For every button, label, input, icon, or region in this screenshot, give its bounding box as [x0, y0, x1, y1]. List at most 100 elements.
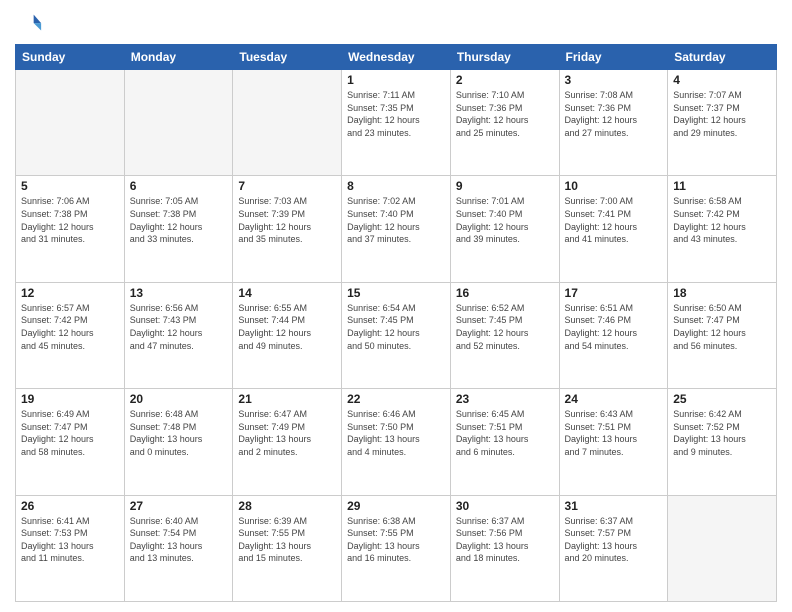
- week-row-3: 19 Sunrise: 6:49 AM Sunset: 7:47 PM Dayli…: [16, 389, 777, 495]
- day-info: Sunrise: 6:56 AM Sunset: 7:43 PM Dayligh…: [130, 302, 228, 352]
- day-info: Sunrise: 7:03 AM Sunset: 7:39 PM Dayligh…: [238, 195, 336, 245]
- week-row-1: 5 Sunrise: 7:06 AM Sunset: 7:38 PM Daylig…: [16, 176, 777, 282]
- page: SundayMondayTuesdayWednesdayThursdayFrid…: [0, 0, 792, 612]
- day-number: 8: [347, 179, 445, 193]
- day-info: Sunrise: 7:02 AM Sunset: 7:40 PM Dayligh…: [347, 195, 445, 245]
- day-info: Sunrise: 6:37 AM Sunset: 7:56 PM Dayligh…: [456, 515, 554, 565]
- calendar-table: SundayMondayTuesdayWednesdayThursdayFrid…: [15, 44, 777, 602]
- day-number: 1: [347, 73, 445, 87]
- calendar-cell: 1 Sunrise: 7:11 AM Sunset: 7:35 PM Daylig…: [342, 70, 451, 176]
- day-info: Sunrise: 7:00 AM Sunset: 7:41 PM Dayligh…: [565, 195, 663, 245]
- calendar-cell: 20Sunrise: 6:48 AM Sunset: 7:48 PM Dayli…: [124, 389, 233, 495]
- calendar-cell: 22Sunrise: 6:46 AM Sunset: 7:50 PM Dayli…: [342, 389, 451, 495]
- calendar-cell: 30 Sunrise: 6:37 AM Sunset: 7:56 PM Dayli…: [450, 495, 559, 601]
- calendar-cell: 18 Sunrise: 6:50 AM Sunset: 7:47 PM Dayli…: [668, 282, 777, 388]
- day-info: Sunrise: 7:01 AM Sunset: 7:40 PM Dayligh…: [456, 195, 554, 245]
- calendar-cell: 17 Sunrise: 6:51 AM Sunset: 7:46 PM Dayli…: [559, 282, 668, 388]
- day-info: Sunrise: 6:39 AM Sunset: 7:55 PM Dayligh…: [238, 515, 336, 565]
- calendar-cell: 31 Sunrise: 6:37 AM Sunset: 7:57 PM Dayli…: [559, 495, 668, 601]
- day-info: Sunrise: 6:42 AM Sunset: 7:52 PM Dayligh…: [673, 408, 771, 458]
- day-number: 9: [456, 179, 554, 193]
- day-info: Sunrise: 6:40 AM Sunset: 7:54 PM Dayligh…: [130, 515, 228, 565]
- day-number: 14: [238, 286, 336, 300]
- calendar-cell: [124, 70, 233, 176]
- day-number: 11: [673, 179, 771, 193]
- day-number: 23: [456, 392, 554, 406]
- day-number: 29: [347, 499, 445, 513]
- day-number: 30: [456, 499, 554, 513]
- day-number: 15: [347, 286, 445, 300]
- calendar-cell: [668, 495, 777, 601]
- day-number: 19: [21, 392, 119, 406]
- day-info: Sunrise: 6:58 AM Sunset: 7:42 PM Dayligh…: [673, 195, 771, 245]
- day-info: Sunrise: 6:41 AM Sunset: 7:53 PM Dayligh…: [21, 515, 119, 565]
- day-info: Sunrise: 6:38 AM Sunset: 7:55 PM Dayligh…: [347, 515, 445, 565]
- day-number: 3: [565, 73, 663, 87]
- week-row-4: 26Sunrise: 6:41 AM Sunset: 7:53 PM Dayli…: [16, 495, 777, 601]
- calendar-cell: 12Sunrise: 6:57 AM Sunset: 7:42 PM Dayli…: [16, 282, 125, 388]
- weekday-friday: Friday: [559, 45, 668, 70]
- calendar-cell: 26Sunrise: 6:41 AM Sunset: 7:53 PM Dayli…: [16, 495, 125, 601]
- day-info: Sunrise: 6:52 AM Sunset: 7:45 PM Dayligh…: [456, 302, 554, 352]
- week-row-2: 12Sunrise: 6:57 AM Sunset: 7:42 PM Dayli…: [16, 282, 777, 388]
- day-number: 16: [456, 286, 554, 300]
- calendar-cell: 21 Sunrise: 6:47 AM Sunset: 7:49 PM Dayli…: [233, 389, 342, 495]
- day-info: Sunrise: 7:10 AM Sunset: 7:36 PM Dayligh…: [456, 89, 554, 139]
- calendar-cell: 6 Sunrise: 7:05 AM Sunset: 7:38 PM Daylig…: [124, 176, 233, 282]
- calendar-cell: 29 Sunrise: 6:38 AM Sunset: 7:55 PM Dayli…: [342, 495, 451, 601]
- day-number: 31: [565, 499, 663, 513]
- calendar-cell: 15 Sunrise: 6:54 AM Sunset: 7:45 PM Dayli…: [342, 282, 451, 388]
- day-number: 24: [565, 392, 663, 406]
- week-row-0: 1 Sunrise: 7:11 AM Sunset: 7:35 PM Daylig…: [16, 70, 777, 176]
- day-info: Sunrise: 6:43 AM Sunset: 7:51 PM Dayligh…: [565, 408, 663, 458]
- calendar-cell: 8 Sunrise: 7:02 AM Sunset: 7:40 PM Daylig…: [342, 176, 451, 282]
- day-number: 4: [673, 73, 771, 87]
- day-info: Sunrise: 6:37 AM Sunset: 7:57 PM Dayligh…: [565, 515, 663, 565]
- calendar-cell: 9 Sunrise: 7:01 AM Sunset: 7:40 PM Daylig…: [450, 176, 559, 282]
- day-number: 13: [130, 286, 228, 300]
- calendar-cell: 4Sunrise: 7:07 AM Sunset: 7:37 PM Daylig…: [668, 70, 777, 176]
- day-number: 22: [347, 392, 445, 406]
- day-number: 28: [238, 499, 336, 513]
- day-info: Sunrise: 6:45 AM Sunset: 7:51 PM Dayligh…: [456, 408, 554, 458]
- calendar-cell: 16 Sunrise: 6:52 AM Sunset: 7:45 PM Dayli…: [450, 282, 559, 388]
- day-number: 10: [565, 179, 663, 193]
- weekday-wednesday: Wednesday: [342, 45, 451, 70]
- day-number: 18: [673, 286, 771, 300]
- day-info: Sunrise: 6:50 AM Sunset: 7:47 PM Dayligh…: [673, 302, 771, 352]
- day-number: 6: [130, 179, 228, 193]
- calendar-cell: 3 Sunrise: 7:08 AM Sunset: 7:36 PM Daylig…: [559, 70, 668, 176]
- calendar-cell: 27 Sunrise: 6:40 AM Sunset: 7:54 PM Dayli…: [124, 495, 233, 601]
- day-info: Sunrise: 6:49 AM Sunset: 7:47 PM Dayligh…: [21, 408, 119, 458]
- calendar-cell: 2Sunrise: 7:10 AM Sunset: 7:36 PM Daylig…: [450, 70, 559, 176]
- weekday-thursday: Thursday: [450, 45, 559, 70]
- day-number: 21: [238, 392, 336, 406]
- calendar-cell: 14 Sunrise: 6:55 AM Sunset: 7:44 PM Dayli…: [233, 282, 342, 388]
- weekday-monday: Monday: [124, 45, 233, 70]
- calendar-cell: 13 Sunrise: 6:56 AM Sunset: 7:43 PM Dayli…: [124, 282, 233, 388]
- day-number: 27: [130, 499, 228, 513]
- day-info: Sunrise: 7:05 AM Sunset: 7:38 PM Dayligh…: [130, 195, 228, 245]
- day-number: 20: [130, 392, 228, 406]
- day-number: 5: [21, 179, 119, 193]
- calendar-cell: [16, 70, 125, 176]
- calendar-cell: 10 Sunrise: 7:00 AM Sunset: 7:41 PM Dayli…: [559, 176, 668, 282]
- header: [15, 10, 777, 38]
- day-info: Sunrise: 7:11 AM Sunset: 7:35 PM Dayligh…: [347, 89, 445, 139]
- day-info: Sunrise: 6:57 AM Sunset: 7:42 PM Dayligh…: [21, 302, 119, 352]
- calendar-cell: 23 Sunrise: 6:45 AM Sunset: 7:51 PM Dayli…: [450, 389, 559, 495]
- day-number: 25: [673, 392, 771, 406]
- day-info: Sunrise: 7:06 AM Sunset: 7:38 PM Dayligh…: [21, 195, 119, 245]
- calendar-cell: 25 Sunrise: 6:42 AM Sunset: 7:52 PM Dayli…: [668, 389, 777, 495]
- calendar-cell: 24 Sunrise: 6:43 AM Sunset: 7:51 PM Dayli…: [559, 389, 668, 495]
- calendar-cell: 19 Sunrise: 6:49 AM Sunset: 7:47 PM Dayli…: [16, 389, 125, 495]
- day-info: Sunrise: 6:47 AM Sunset: 7:49 PM Dayligh…: [238, 408, 336, 458]
- calendar-cell: 7Sunrise: 7:03 AM Sunset: 7:39 PM Daylig…: [233, 176, 342, 282]
- day-info: Sunrise: 6:51 AM Sunset: 7:46 PM Dayligh…: [565, 302, 663, 352]
- day-number: 17: [565, 286, 663, 300]
- day-info: Sunrise: 6:55 AM Sunset: 7:44 PM Dayligh…: [238, 302, 336, 352]
- day-info: Sunrise: 6:54 AM Sunset: 7:45 PM Dayligh…: [347, 302, 445, 352]
- calendar-cell: 5 Sunrise: 7:06 AM Sunset: 7:38 PM Daylig…: [16, 176, 125, 282]
- day-info: Sunrise: 7:08 AM Sunset: 7:36 PM Dayligh…: [565, 89, 663, 139]
- weekday-tuesday: Tuesday: [233, 45, 342, 70]
